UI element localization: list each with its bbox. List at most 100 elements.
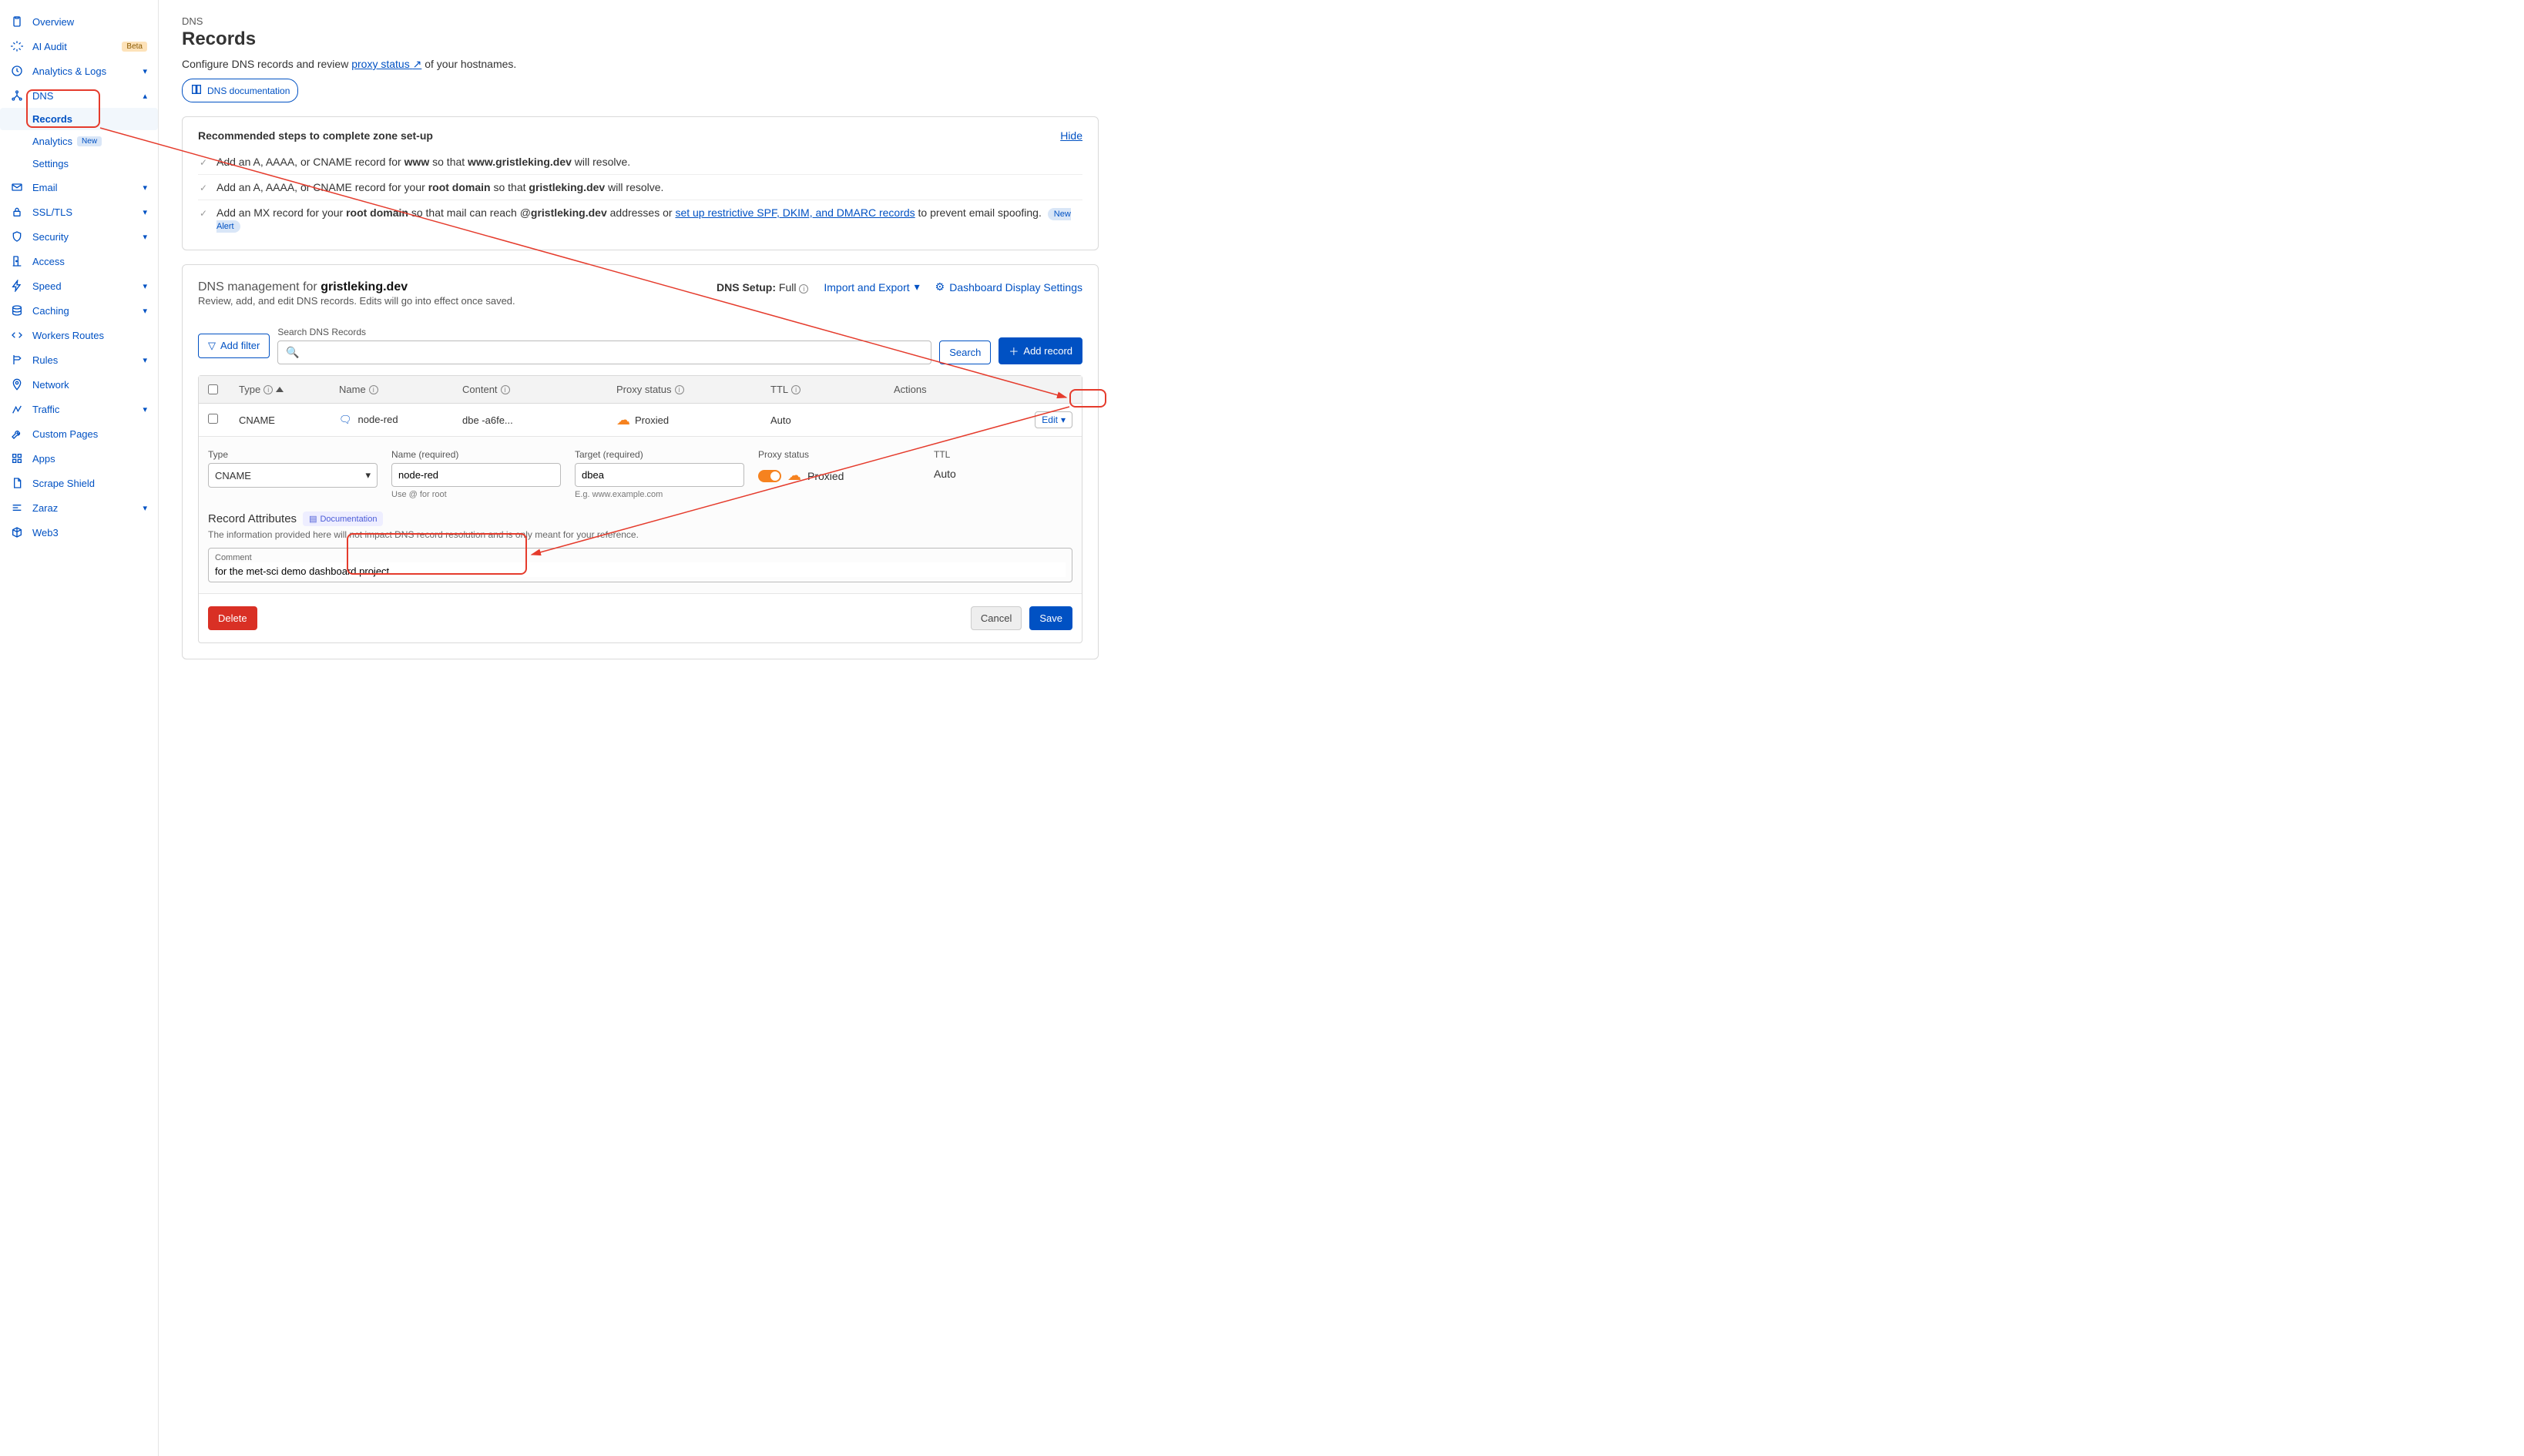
cloud-icon: ☁ [787,468,801,484]
sidebar-item-overview[interactable]: Overview [0,9,158,34]
sidebar-item-ai-audit[interactable]: AI Audit Beta [0,34,158,59]
display-settings-button[interactable]: ⚙ Dashboard Display Settings [935,280,1082,294]
sidebar-item-zaraz[interactable]: Zaraz ▾ [0,495,158,520]
sidebar-sub-settings[interactable]: Settings [32,153,158,175]
sidebar-item-dns[interactable]: DNS ▴ [0,83,158,108]
sidebar-item-email[interactable]: Email ▾ [0,175,158,200]
sidebar-item-label: Security [32,231,143,243]
recommended-item: ✓Add an A, AAAA, or CNAME record for www… [198,149,1082,174]
sidebar-item-access[interactable]: Access [0,249,158,273]
type-select[interactable]: CNAME▾ [208,463,378,488]
sidebar-item-scrape-shield[interactable]: Scrape Shield [0,471,158,495]
col-ttl[interactable]: TTL i [770,384,894,395]
cell-proxy: ☁Proxied [616,412,770,428]
sidebar-item-label: SSL/TLS [32,206,143,218]
cloud-icon: ☁ [616,412,630,428]
sparkle-icon [11,40,23,52]
cell-type: CNAME [239,414,339,426]
target-input[interactable] [575,463,744,487]
search-button[interactable]: Search [939,341,991,364]
proxy-toggle[interactable] [758,470,781,482]
sidebar-item-label: Web3 [32,527,147,538]
spf-dkim-link[interactable]: set up restrictive SPF, DKIM, and DMARC … [675,206,915,219]
col-proxy[interactable]: Proxy status i [616,384,770,395]
sidebar-item-label: Network [32,379,147,391]
apps-icon [11,452,23,465]
filter-icon: ▽ [208,340,216,352]
recommended-list: ✓Add an A, AAAA, or CNAME record for www… [198,149,1082,237]
hide-link[interactable]: Hide [1060,129,1082,142]
info-icon[interactable]: i [799,284,808,294]
delete-button[interactable]: Delete [208,606,257,630]
import-export-button[interactable]: Import and Export ▾ [824,280,919,294]
search-input[interactable] [300,347,923,359]
save-button[interactable]: Save [1029,606,1072,630]
dns-documentation-button[interactable]: DNS documentation [182,79,298,102]
sidebar-sub-analytics[interactable]: AnalyticsNew [32,130,158,153]
edit-button[interactable]: Edit▾ [1035,411,1072,428]
search-icon: 🔍 [286,346,299,359]
sidebar-item-ssl-tls[interactable]: SSL/TLS ▾ [0,200,158,224]
comment-field[interactable]: Comment [208,548,1072,582]
cell-content: dbe -a6fe... [462,414,616,426]
gear-icon: ⚙ [935,280,945,294]
col-name[interactable]: Name i [339,384,462,395]
sidebar-item-network[interactable]: Network [0,372,158,397]
info-icon: i [369,385,378,394]
stack-icon [11,304,23,317]
clipboard-icon [11,15,23,28]
chevron-down-icon: ▾ [143,355,147,365]
sidebar-item-apps[interactable]: Apps [0,446,158,471]
chevron-down-icon: ▾ [143,183,147,193]
info-icon: i [501,385,510,394]
cell-ttl: Auto [770,414,894,426]
cancel-button[interactable]: Cancel [971,606,1022,630]
attributes-documentation-link[interactable]: ▤Documentation [303,512,383,526]
sidebar-submenu-dns: Records AnalyticsNew Settings [0,108,158,175]
sidebar-item-caching[interactable]: Caching ▾ [0,298,158,323]
sidebar-item-rules[interactable]: Rules ▾ [0,347,158,372]
recommended-steps-card: Recommended steps to complete zone set-u… [182,116,1099,250]
sidebar-item-analytics-logs[interactable]: Analytics & Logs ▾ [0,59,158,83]
sidebar-item-label: Zaraz [32,502,143,514]
sidebar-item-label: AI Audit [32,41,122,52]
chevron-down-icon: ▾ [365,469,371,481]
form-footer: Delete Cancel Save [199,594,1082,642]
recommended-item: ✓Add an MX record for your root domain s… [198,200,1082,237]
sidebar-item-speed[interactable]: Speed ▾ [0,273,158,298]
sidebar-item-label: Apps [32,453,147,465]
sidebar-item-workers-routes[interactable]: Workers Routes [0,323,158,347]
page-subtitle: Configure DNS records and review proxy s… [182,58,1099,71]
sidebar-item-custom-pages[interactable]: Custom Pages [0,421,158,446]
chevron-up-icon: ▴ [143,91,147,101]
proxy-status-link[interactable]: proxy status ↗ [351,58,421,70]
sidebar-sub-records[interactable]: Records [0,108,158,130]
col-type[interactable]: Type i [239,384,339,395]
chevron-down-icon: ▾ [143,66,147,76]
search-input-wrapper[interactable]: 🔍 [277,341,931,364]
add-filter-button[interactable]: ▽Add filter [198,334,270,358]
name-input[interactable] [391,463,561,487]
sidebar-item-web3[interactable]: Web3 [0,520,158,545]
chevron-down-icon: ▾ [915,280,920,294]
new-badge: New [77,136,102,146]
network-icon [11,89,23,102]
row-checkbox[interactable] [208,414,218,424]
record-attributes-title: Record Attributes [208,512,297,525]
col-content[interactable]: Content i [462,384,616,395]
table-row: CNAME 🗨node-red dbe -a6fe... ☁Proxied Au… [199,404,1082,437]
comment-icon: 🗨 [339,414,352,425]
select-all-checkbox[interactable] [208,384,218,394]
sidebar-item-label: Custom Pages [32,428,147,440]
add-record-button[interactable]: ＋Add record [999,337,1082,364]
sidebar-item-label: Speed [32,280,143,292]
sidebar-item-label: Caching [32,305,143,317]
edit-record-form: Type CNAME▾ Name (required) Use @ for ro… [199,437,1082,594]
chevron-down-icon: ▾ [143,232,147,242]
sidebar-item-traffic[interactable]: Traffic ▾ [0,397,158,421]
book-icon [190,83,203,98]
comment-input[interactable] [215,562,1066,577]
info-icon: i [263,385,273,394]
sidebar-item-security[interactable]: Security ▾ [0,224,158,249]
web3-icon [11,526,23,538]
